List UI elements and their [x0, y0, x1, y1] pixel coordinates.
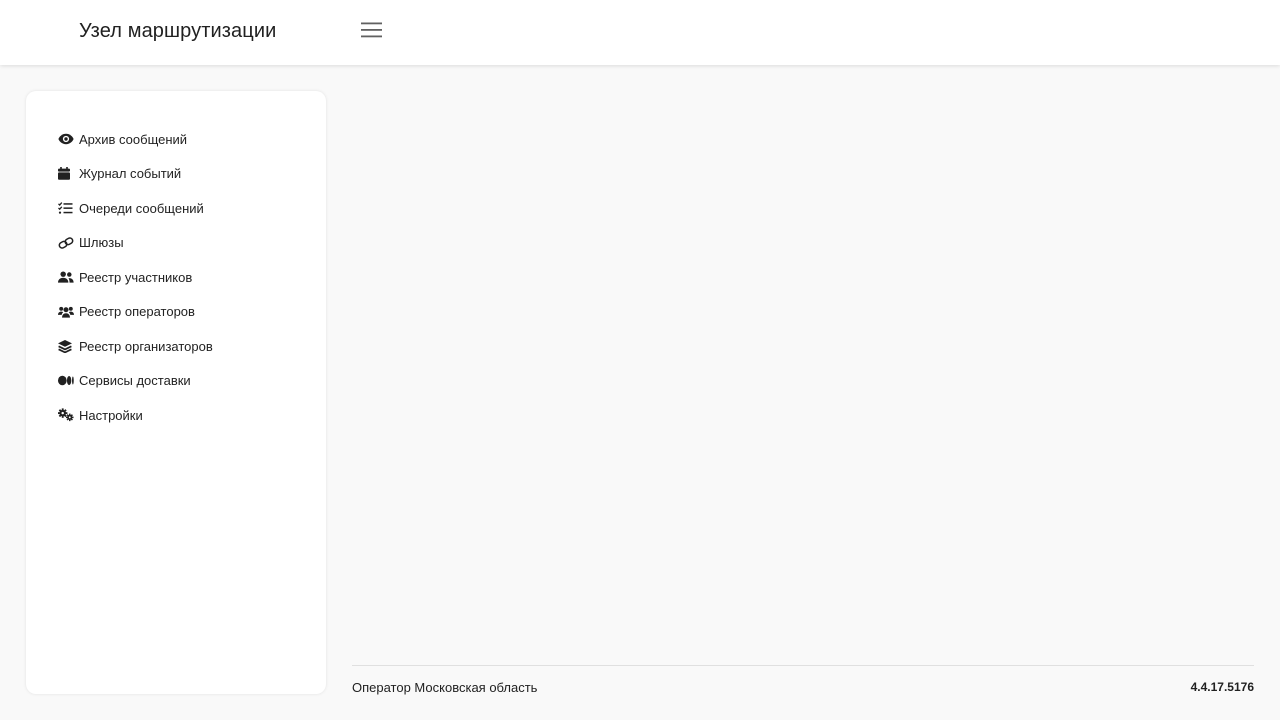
eye-icon — [58, 131, 74, 147]
task-list-icon — [58, 200, 74, 216]
footer: Оператор Московская область 4.4.17.5176 — [352, 665, 1254, 705]
version-label: 4.4.17.5176 — [1190, 680, 1254, 694]
sidebar-item-operators-registry[interactable]: Реестр операторов — [26, 295, 326, 330]
sidebar-item-settings[interactable]: Настройки — [26, 398, 326, 433]
sidebar-item-label: Архив сообщений — [79, 131, 188, 147]
sidebar-nav: Архив сообщений Журнал событий Очереди с — [26, 91, 326, 694]
hamburger-menu-icon — [360, 22, 383, 43]
sidebar-item-label: Журнал событий — [79, 166, 182, 182]
sidebar-item-message-queues[interactable]: Очереди сообщений — [26, 191, 326, 226]
layers-icon — [58, 338, 74, 354]
sidebar-item-organizers-registry[interactable]: Реестр организаторов — [26, 329, 326, 364]
sidebar-item-event-log[interactable]: Журнал событий — [26, 157, 326, 192]
users-three-icon — [58, 304, 74, 320]
sidebar-item-participants-registry[interactable]: Реестр участников — [26, 260, 326, 295]
gears-icon — [58, 407, 74, 423]
sidebar-item-label: Настройки — [79, 407, 143, 423]
calendar-icon — [58, 166, 74, 182]
user-group-icon — [58, 269, 74, 285]
operator-label: Оператор Московская область — [352, 680, 538, 695]
app-title: Узел маршрутизации — [79, 20, 277, 42]
sidebar-item-delivery-services[interactable]: Сервисы доставки — [26, 364, 326, 399]
sidebar-item-label: Реестр участников — [79, 269, 193, 285]
link-icon — [58, 235, 74, 251]
top-app-bar: Узел маршрутизации — [0, 0, 1280, 65]
menu-toggle-button[interactable] — [356, 17, 387, 48]
sidebar-item-label: Очереди сообщений — [79, 200, 204, 216]
sidebar-item-label: Шлюзы — [79, 235, 124, 251]
sidebar-item-gateways[interactable]: Шлюзы — [26, 226, 326, 261]
sidebar-item-label: Реестр операторов — [79, 304, 195, 320]
sidebar-item-label: Реестр организаторов — [79, 338, 213, 354]
medium-logo-icon — [58, 373, 74, 389]
sidebar-item-message-archive[interactable]: Архив сообщений — [26, 122, 326, 157]
sidebar-item-label: Сервисы доставки — [79, 373, 191, 389]
